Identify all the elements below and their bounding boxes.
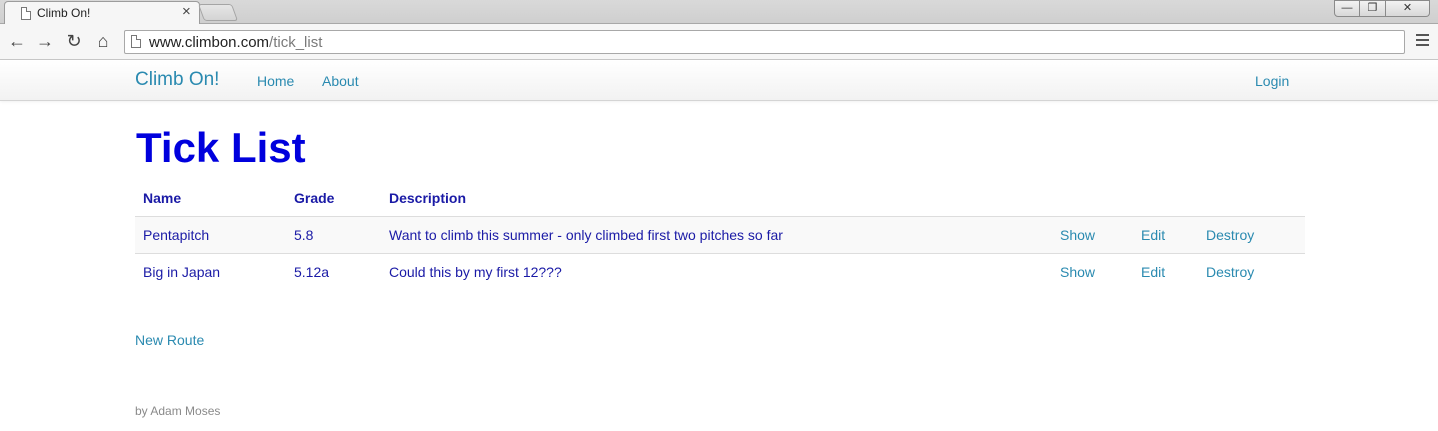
new-route-link[interactable]: New Route: [135, 332, 204, 348]
brand-link[interactable]: Climb On!: [135, 69, 219, 91]
menu-icon[interactable]: [1416, 34, 1429, 46]
minimize-icon[interactable]: —: [1334, 0, 1360, 17]
close-tab-icon[interactable]: ×: [182, 4, 191, 20]
table-row: Pentapitch 5.8 Want to climb this summer…: [135, 216, 1305, 254]
header-empty: [1133, 180, 1198, 217]
browser-tab[interactable]: Climb On! ×: [4, 1, 200, 24]
footer-credit: by Adam Moses: [135, 404, 221, 418]
close-window-icon[interactable]: ✕: [1386, 0, 1430, 17]
browser-toolbar: ← → ↻ ⌂ www.climbon.com/tick_list: [0, 24, 1438, 60]
show-link[interactable]: Show: [1052, 216, 1133, 254]
page-icon: [131, 35, 141, 48]
route-description: Want to climb this summer - only climbed…: [381, 216, 1052, 254]
table-row: Big in Japan 5.12a Could this by my firs…: [135, 253, 1305, 290]
header-description: Description: [381, 180, 1052, 217]
url-text: www.climbon.com/tick_list: [149, 34, 322, 51]
restore-icon[interactable]: ❐: [1360, 0, 1386, 17]
new-tab-button[interactable]: [197, 4, 239, 21]
home-icon[interactable]: ⌂: [92, 30, 114, 52]
browser-tab-strip: Climb On! × — ❐ ✕: [0, 0, 1438, 24]
show-link[interactable]: Show: [1052, 253, 1133, 290]
destroy-link[interactable]: Destroy: [1198, 216, 1305, 254]
nav-login-link[interactable]: Login: [1255, 73, 1289, 89]
route-description: Could this by my first 12???: [389, 263, 562, 280]
edit-link[interactable]: Edit: [1133, 216, 1198, 254]
page-icon: [21, 7, 31, 20]
header-empty: [1198, 180, 1305, 217]
back-arrow-icon[interactable]: ←: [6, 30, 28, 52]
address-bar[interactable]: www.climbon.com/tick_list: [124, 30, 1405, 54]
reload-icon[interactable]: ↻: [63, 30, 85, 52]
url-host: www.climbon.com: [149, 34, 270, 51]
site-navbar: Climb On! Home About Login: [0, 60, 1438, 101]
nav-about-link[interactable]: About: [322, 73, 359, 89]
forward-arrow-icon[interactable]: →: [34, 30, 56, 52]
tick-list-table: Name Grade Description Pentapitch 5.8 Wa…: [135, 180, 1305, 290]
header-empty: [1052, 180, 1133, 217]
window-controls: — ❐ ✕: [1334, 0, 1430, 17]
table-header-row: Name Grade Description: [135, 180, 1305, 217]
header-name: Name: [135, 180, 286, 217]
route-grade: 5.12a: [294, 263, 330, 280]
header-grade: Grade: [286, 180, 381, 217]
route-name: Big in Japan: [143, 263, 221, 280]
route-grade: 5.8: [286, 216, 381, 254]
page-title: Tick List: [136, 124, 306, 171]
destroy-link[interactable]: Destroy: [1198, 253, 1305, 290]
url-path: /tick_list: [269, 34, 323, 51]
tab-title: Climb On!: [37, 6, 91, 20]
nav-home-link[interactable]: Home: [257, 73, 294, 89]
route-name: Pentapitch: [135, 216, 286, 254]
edit-link[interactable]: Edit: [1133, 253, 1198, 290]
